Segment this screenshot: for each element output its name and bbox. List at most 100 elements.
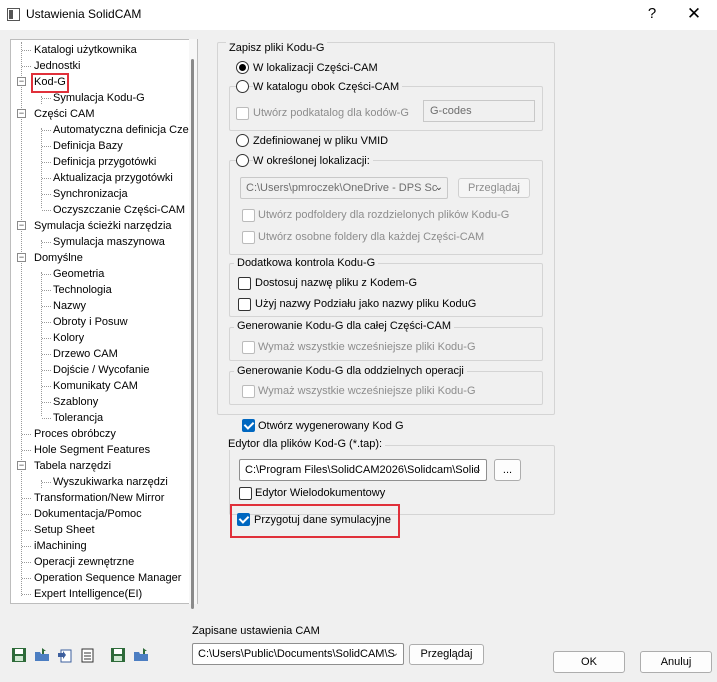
highlight-box: [230, 504, 400, 538]
tree-item-ei[interactable]: Expert Intelligence(EI): [33, 586, 143, 602]
window-title: Ustawienia SolidCAM: [26, 7, 142, 21]
checkbox-wipe-whole[interactable]: [242, 341, 255, 354]
checkbox-multi-doc[interactable]: [239, 487, 252, 500]
save-gcode-title: Zapisz pliki Kodu-G: [226, 42, 328, 54]
collapse-icon[interactable]: −: [17, 109, 26, 118]
open-icon[interactable]: [34, 647, 50, 663]
tree-item-proces[interactable]: Proces obróbczy: [33, 426, 117, 442]
specific-path-combo[interactable]: C:\Users\pmroczek\OneDrive - DPS Sc ⌄: [240, 177, 448, 199]
tree-item-nazwy[interactable]: Nazwy: [52, 298, 87, 314]
save-default-icon[interactable]: [110, 647, 126, 663]
tree-item-geometria[interactable]: Geometria: [52, 266, 105, 282]
browse-saved-button[interactable]: Przeglądaj: [409, 644, 484, 665]
label-use-subdivision: Użyj nazwy Podziału jako nazwy pliku Kod…: [255, 298, 477, 310]
saved-settings-label: Zapisane ustawienia CAM: [192, 625, 320, 637]
tree-item-szablony[interactable]: Szablony: [52, 394, 99, 410]
whole-part-title: Generowanie Kodu-G dla całej Części-CAM: [234, 320, 454, 332]
editor-path-value: C:\Program Files\SolidCAM2026\Solidcam\S…: [245, 464, 480, 476]
separate-ops-title: Generowanie Kodu-G dla oddzielnych opera…: [234, 365, 467, 377]
tree-item-setup-sheet[interactable]: Setup Sheet: [33, 522, 96, 538]
radio-cam-part[interactable]: [236, 61, 249, 74]
checkbox-use-subdivision[interactable]: [238, 298, 251, 311]
label-vmid: Zdefiniowanej w pliku VMID: [253, 135, 389, 147]
tree-item-imachining[interactable]: iMachining: [33, 538, 88, 554]
saved-path-combo[interactable]: C:\Users\Public\Documents\SolidCAM\S ⌄: [192, 643, 404, 665]
label-cam-part: W lokalizacji Części-CAM: [253, 62, 378, 74]
chevron-down-icon: ⌄: [473, 464, 482, 475]
browse-specific-button[interactable]: Przeglądaj: [458, 178, 530, 198]
scroll-thumb[interactable]: [191, 59, 194, 609]
tree-scrollbar[interactable]: [189, 39, 197, 609]
chevron-down-icon: ⌄: [434, 182, 443, 193]
label-specific: W określonej lokalizacji:: [253, 154, 373, 168]
tree-item-symulacja-sciezki[interactable]: Symulacja ścieżki narzędzia: [33, 218, 173, 234]
radio-specific[interactable]: [236, 154, 249, 167]
tree-item-dokumentacja[interactable]: Dokumentacja/Pomoc: [33, 506, 143, 522]
import-icon[interactable]: [57, 647, 73, 663]
label-separate-each: Utwórz osobne foldery dla każdej Części-…: [258, 231, 485, 243]
collapse-icon[interactable]: −: [17, 461, 26, 470]
checkbox-subfolder[interactable]: [236, 107, 249, 120]
saved-path-value: C:\Users\Public\Documents\SolidCAM\S: [198, 648, 395, 660]
tree-item-operacji-zewn[interactable]: Operacji zewnętrzne: [33, 554, 135, 570]
label-wipe-separate: Wymaż wszystkie wcześniejsze pliki Kodu-…: [258, 385, 476, 397]
settings-tree: Katalogi użytkownika Jednostki − Kod-G S…: [10, 39, 198, 604]
tree-item-transformation[interactable]: Transformation/New Mirror: [33, 490, 165, 506]
tree-item-domyslne[interactable]: Domyślne: [33, 250, 84, 266]
tree-item-symulacja-maszynowa[interactable]: Symulacja maszynowa: [52, 234, 166, 250]
collapse-icon[interactable]: −: [17, 253, 26, 262]
editor-path-combo[interactable]: C:\Program Files\SolidCAM2026\Solidcam\S…: [239, 459, 487, 481]
label-wipe-whole: Wymaż wszystkie wcześniejsze pliki Kodu-…: [258, 341, 476, 353]
checkbox-separate-each[interactable]: [242, 231, 255, 244]
tree-item-tabela[interactable]: Tabela narzędzi: [33, 458, 112, 474]
tree-item-baza[interactable]: Definicja Bazy: [52, 138, 124, 154]
tree-item-kolory[interactable]: Kolory: [52, 330, 85, 346]
save-icon[interactable]: [11, 647, 27, 663]
tree-item-osm[interactable]: Operation Sequence Manager: [33, 570, 182, 586]
tree-item-jednostki[interactable]: Jednostki: [33, 58, 81, 74]
collapse-icon[interactable]: −: [17, 77, 26, 86]
subfolder-input[interactable]: G-codes: [423, 100, 535, 122]
label-beside: W katalogu obok Części-CAM: [253, 80, 403, 94]
specific-path-value: C:\Users\pmroczek\OneDrive - DPS Sc: [246, 182, 438, 194]
checkbox-separate-folders[interactable]: [242, 209, 255, 222]
label-open-generated: Otwórz wygenerowany Kod G: [258, 420, 404, 432]
checkbox-open-generated[interactable]: [242, 419, 255, 432]
export-icon[interactable]: [80, 647, 96, 663]
tree-item-technologia[interactable]: Technologia: [52, 282, 113, 298]
radio-vmid[interactable]: [236, 134, 249, 147]
help-button[interactable]: ?: [641, 3, 663, 25]
cancel-button[interactable]: Anuluj: [640, 651, 712, 673]
label-multi-doc: Edytor Wielodokumentowy: [255, 487, 386, 499]
label-subfolder: Utwórz podkatalog dla kodów-G: [253, 107, 409, 119]
tree-item-przygotowka[interactable]: Definicja przygotówki: [52, 154, 157, 170]
checkbox-adjust-name[interactable]: [238, 277, 251, 290]
tree-item-katalogi[interactable]: Katalogi użytkownika: [33, 42, 138, 58]
tree-item-obroty[interactable]: Obroty i Posuw: [52, 314, 129, 330]
tree-item-tolerancja[interactable]: Tolerancja: [52, 410, 104, 426]
tree-item-aktualizacja[interactable]: Aktualizacja przygotówki: [52, 170, 174, 186]
tree-item-komunikaty[interactable]: Komunikaty CAM: [52, 378, 139, 394]
selection-highlight: [31, 73, 69, 93]
ok-button[interactable]: OK: [553, 651, 625, 673]
checkbox-wipe-separate[interactable]: [242, 385, 255, 398]
extra-control-title: Dodatkowa kontrola Kodu-G: [234, 257, 379, 269]
tree-item-wyszukiwarka[interactable]: Wyszukiwarka narzędzi: [52, 474, 169, 490]
tree-item-dojscie[interactable]: Dojście / Wycofanie: [52, 362, 151, 378]
editor-title: Edytor dla plików Kod-G (*.tap):: [225, 438, 386, 450]
tree-item-auto-def[interactable]: Automatyczna definicja Cze: [52, 122, 190, 138]
title-bar: Ustawienia SolidCAM ? ✕: [0, 0, 717, 30]
tree-item-oczyszczanie[interactable]: Oczyszczanie Części-CAM: [52, 202, 186, 218]
tree-item-synchronizacja[interactable]: Synchronizacja: [52, 186, 129, 202]
label-separate-folders: Utwórz podfoldery dla rozdzielonych plik…: [258, 209, 510, 221]
load-icon[interactable]: [133, 647, 149, 663]
editor-browse-button[interactable]: ...: [494, 459, 521, 481]
chevron-down-icon: ⌄: [390, 648, 399, 659]
collapse-icon[interactable]: −: [17, 221, 26, 230]
close-button[interactable]: ✕: [683, 3, 705, 25]
tree-item-czesci-cam[interactable]: Części CAM: [33, 106, 96, 122]
tree-item-hole-segment[interactable]: Hole Segment Features: [33, 442, 151, 458]
radio-beside[interactable]: [236, 80, 249, 93]
app-icon: [7, 8, 20, 21]
tree-item-drzewo-cam[interactable]: Drzewo CAM: [52, 346, 119, 362]
